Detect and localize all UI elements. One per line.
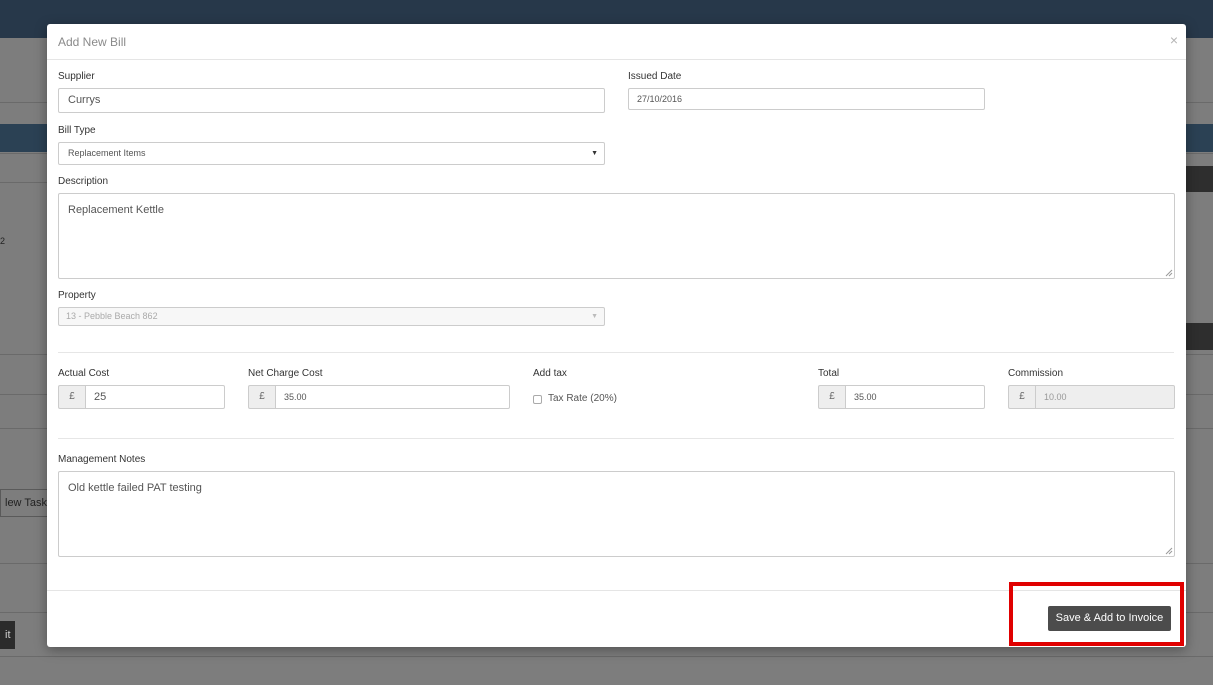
modal-header: Add New Bill × xyxy=(47,24,1186,60)
background-panel-header xyxy=(1186,166,1213,192)
management-notes-label: Management Notes xyxy=(58,454,146,465)
actual-cost-group: £ 25 xyxy=(58,385,225,409)
resize-grip-icon[interactable] xyxy=(1165,547,1173,555)
background-new-task-button[interactable]: lew Task xyxy=(0,489,52,517)
description-value: Replacement Kettle xyxy=(68,204,164,216)
add-tax-label: Add tax xyxy=(533,368,567,379)
total-group: £ 35.00 xyxy=(818,385,985,409)
net-charge-cost-input[interactable]: 35.00 xyxy=(275,385,510,409)
net-charge-cost-label: Net Charge Cost xyxy=(248,368,323,379)
commission-label: Commission xyxy=(1008,368,1064,379)
resize-grip-icon[interactable] xyxy=(1165,269,1173,277)
close-icon[interactable]: × xyxy=(1170,32,1178,48)
currency-addon: £ xyxy=(818,385,845,409)
total-label: Total xyxy=(818,368,840,379)
actual-cost-label: Actual Cost xyxy=(58,368,110,379)
issued-date-label: Issued Date xyxy=(628,71,682,82)
management-notes-textarea[interactable]: Old kettle failed PAT testing xyxy=(58,471,1175,557)
background-text: 2 xyxy=(0,236,6,246)
modal-title: Add New Bill xyxy=(58,35,127,49)
management-notes-value: Old kettle failed PAT testing xyxy=(68,482,202,494)
background-divider xyxy=(0,656,1213,657)
currency-addon: £ xyxy=(1008,385,1035,409)
supplier-label: Supplier xyxy=(58,71,95,82)
issued-date-input[interactable]: 27/10/2016 xyxy=(628,88,985,110)
form-divider xyxy=(58,352,1174,353)
bill-type-select[interactable]: Replacement Items ▼ xyxy=(58,142,605,165)
background-panel-header xyxy=(1186,323,1213,350)
commission-input: 10.00 xyxy=(1035,385,1175,409)
actual-cost-input[interactable]: 25 xyxy=(85,385,225,409)
currency-addon: £ xyxy=(58,385,85,409)
description-label: Description xyxy=(58,176,109,187)
total-input[interactable]: 35.00 xyxy=(845,385,985,409)
add-bill-modal: Add New Bill × Supplier Currys Issued Da… xyxy=(47,24,1186,647)
bill-type-value: Replacement Items xyxy=(68,148,146,158)
description-textarea[interactable]: Replacement Kettle xyxy=(58,193,1175,279)
caret-down-icon: ▼ xyxy=(591,313,598,320)
property-label: Property xyxy=(58,290,96,301)
save-and-add-to-invoice-button[interactable]: Save & Add to Invoice xyxy=(1048,606,1171,631)
bill-type-label: Bill Type xyxy=(58,125,96,136)
caret-down-icon: ▼ xyxy=(591,150,598,157)
tax-rate-label: Tax Rate (20%) xyxy=(548,393,617,404)
tax-rate-checkbox[interactable] xyxy=(533,395,542,404)
currency-addon: £ xyxy=(248,385,275,409)
property-value: 13 - Pebble Beach 862 xyxy=(66,311,158,321)
supplier-input[interactable]: Currys xyxy=(58,88,605,113)
property-select: 13 - Pebble Beach 862 ▼ xyxy=(58,307,605,326)
background-button[interactable]: it xyxy=(0,621,15,649)
net-charge-cost-group: £ 35.00 xyxy=(248,385,510,409)
form-divider xyxy=(58,438,1174,439)
commission-group: £ 10.00 xyxy=(1008,385,1175,409)
